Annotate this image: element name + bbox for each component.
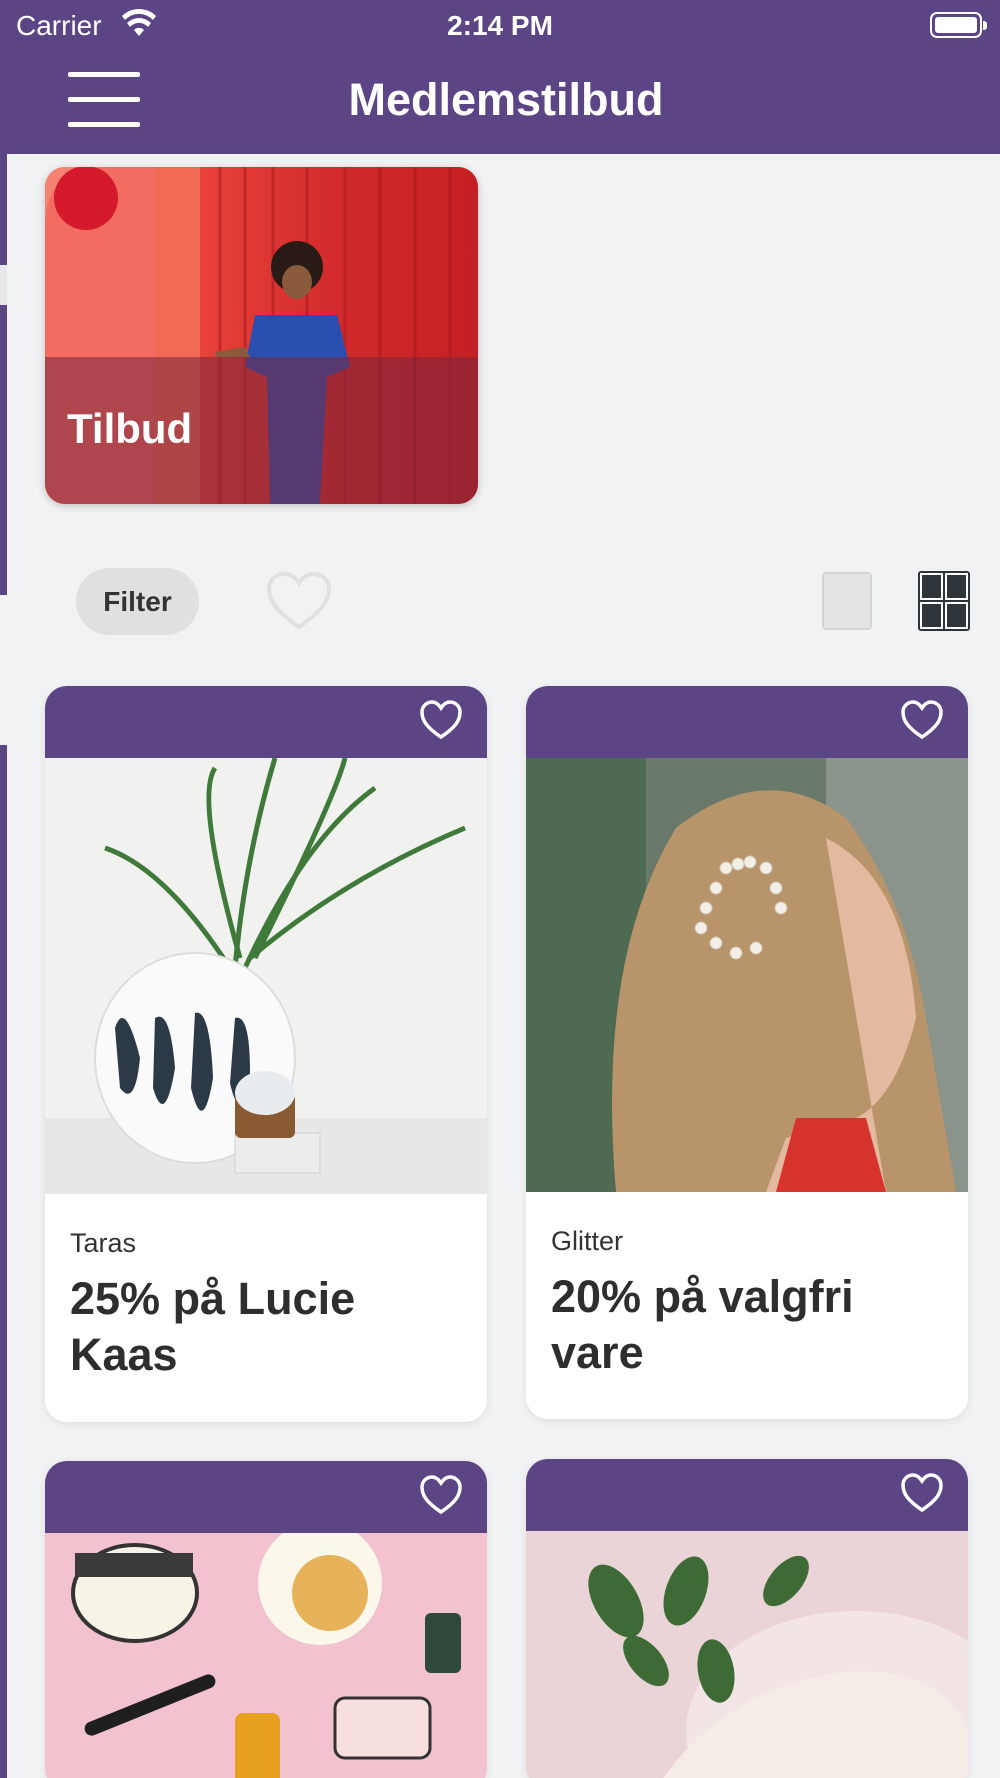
card-header-bar bbox=[45, 686, 487, 758]
favorite-heart-icon[interactable] bbox=[900, 700, 944, 740]
favorite-heart-icon[interactable] bbox=[419, 700, 463, 740]
offer-title: 20% på valgfri vare bbox=[551, 1271, 854, 1378]
offer-image bbox=[526, 758, 968, 1192]
app-header: Carrier 2:14 PM Medlemstilbud bbox=[0, 0, 1000, 154]
filter-button[interactable]: Filter bbox=[76, 568, 199, 635]
card-header-bar bbox=[45, 1461, 487, 1533]
offer-brand: Glitter bbox=[551, 1226, 624, 1256]
page-title: Medlemstilbud bbox=[348, 74, 664, 125]
offer-brand: Taras bbox=[70, 1228, 137, 1258]
single-view-toggle-icon[interactable] bbox=[822, 572, 872, 630]
side-edge-notch bbox=[0, 595, 7, 745]
grid-view-toggle-icon[interactable] bbox=[918, 571, 970, 631]
offer-card[interactable] bbox=[526, 1459, 968, 1778]
hero-tilbud-card[interactable]: Tilbud bbox=[45, 167, 478, 504]
clock: 2:14 PM bbox=[447, 10, 553, 41]
battery-icon bbox=[930, 12, 987, 38]
offer-card[interactable]: Taras 25% på Lucie Kaas bbox=[45, 686, 487, 1422]
side-edge-notch bbox=[0, 265, 7, 305]
side-edge-strip bbox=[0, 150, 7, 1778]
hero-title: Tilbud bbox=[67, 405, 193, 452]
offer-image bbox=[45, 1533, 487, 1778]
card-header-bar bbox=[526, 686, 968, 758]
offer-title: 25% på Lucie Kaas bbox=[70, 1273, 356, 1380]
favorite-heart-icon[interactable] bbox=[900, 1473, 944, 1513]
offer-image bbox=[45, 758, 487, 1194]
favorite-heart-icon[interactable] bbox=[419, 1475, 463, 1515]
favorites-filter-heart-icon[interactable] bbox=[266, 571, 332, 631]
card-header-bar bbox=[526, 1459, 968, 1531]
status-bar: Carrier 2:14 PM bbox=[0, 0, 1000, 50]
offer-image bbox=[526, 1531, 968, 1778]
offer-card[interactable]: Glitter 20% på valgfri vare bbox=[526, 686, 968, 1419]
offer-card[interactable] bbox=[45, 1461, 487, 1778]
